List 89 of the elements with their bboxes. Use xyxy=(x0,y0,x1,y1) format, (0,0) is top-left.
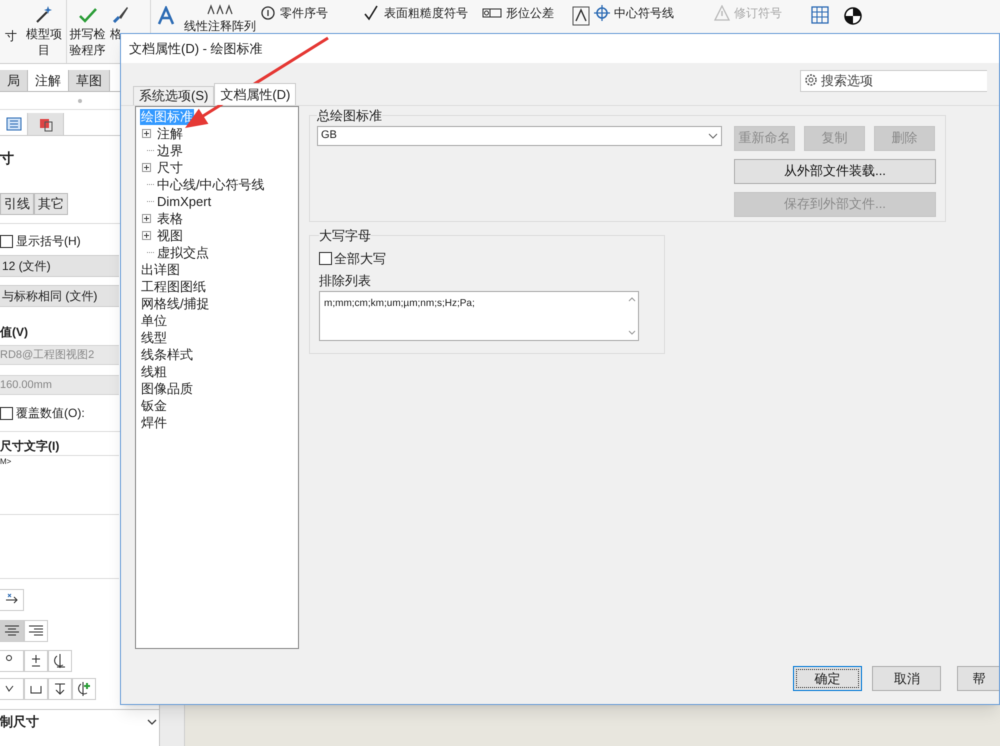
checkbox-label: 覆盖数值(O): xyxy=(16,405,85,422)
dropdown-field[interactable]: 与标称相同 (文件) xyxy=(0,285,119,307)
wand-icon xyxy=(34,4,54,24)
expand-icon[interactable] xyxy=(142,129,151,138)
balloon-icon xyxy=(260,5,276,21)
dropdown-field[interactable]: 12 (文件) xyxy=(0,255,119,277)
tree-item[interactable]: 单位 xyxy=(140,312,168,328)
dropdown[interactable]: GB xyxy=(317,126,722,146)
tree-item[interactable]: 线型 xyxy=(140,330,168,346)
dialog-button[interactable]: 从外部文件装载... xyxy=(734,158,936,184)
section-title: 寸 xyxy=(0,149,14,166)
add-symbol-icon[interactable] xyxy=(72,678,96,700)
toolbar-button[interactable]: 格 xyxy=(110,26,122,42)
tree-item[interactable]: 虚拟交点 xyxy=(156,244,210,260)
dimension-tag-icon xyxy=(38,116,52,132)
section-label: 值(V) xyxy=(0,324,28,339)
checkbox-label: 显示括号(H) xyxy=(16,233,81,250)
table-icon[interactable] xyxy=(811,6,829,24)
tree-item[interactable]: 焊件 xyxy=(140,414,168,430)
tree-item[interactable]: 边界 xyxy=(156,142,184,158)
tree-item[interactable]: 视图 xyxy=(156,228,184,244)
centerline-icon[interactable] xyxy=(48,650,72,672)
checkbox-label: 全部大写 xyxy=(334,250,386,268)
crosshair-icon xyxy=(594,5,610,21)
settings-icon xyxy=(804,73,818,87)
tree-item[interactable]: 钣金 xyxy=(140,398,168,414)
dialog-tab[interactable]: 系统选项(S) xyxy=(133,86,214,105)
toolbar-button[interactable]: 中心符号线 xyxy=(594,4,674,22)
expand-icon[interactable] xyxy=(142,163,151,172)
tree-item[interactable]: 线条样式 xyxy=(140,346,194,362)
dialog-button[interactable]: 确定 xyxy=(793,666,862,691)
chevron-down-icon xyxy=(147,718,157,726)
tree-item[interactable]: 图像品质 xyxy=(140,380,194,396)
toolbar-button[interactable]: 线性注释阵列 xyxy=(184,18,256,34)
tree-item[interactable]: 出详图 xyxy=(140,262,181,278)
tree-item[interactable]: 网格线/捕捉 xyxy=(140,296,211,312)
tree-item[interactable]: DimXpert xyxy=(156,194,212,210)
section-title: 制尺寸 xyxy=(0,712,39,731)
panel-tab[interactable]: 局 xyxy=(0,70,28,91)
counterbore-icon[interactable] xyxy=(24,678,48,700)
warning-icon xyxy=(714,5,730,21)
toolbar-button[interactable]: 寸 xyxy=(5,28,17,44)
panel-icon-tab[interactable] xyxy=(28,113,64,135)
toolbar-button[interactable]: 拼写检验程序 xyxy=(67,26,108,58)
panel-tab[interactable]: 引线 xyxy=(0,193,34,215)
expand-icon[interactable] xyxy=(142,231,151,240)
dialog-button[interactable]: 取消 xyxy=(872,666,942,691)
tree-item[interactable]: 工程图图纸 xyxy=(140,278,207,294)
tree-item[interactable]: 注解 xyxy=(156,126,184,142)
group-title: 总绘图标准 xyxy=(317,107,382,125)
text-area[interactable]: m;mm;cm;km;um;µm;nm;s;Hz;Pa; xyxy=(319,290,639,340)
tree-item[interactable]: 中心线/中心符号线 xyxy=(156,176,266,192)
chevron-down-icon xyxy=(708,132,718,140)
checkbox[interactable] xyxy=(0,234,13,248)
swap-icon[interactable] xyxy=(0,589,24,611)
search-field[interactable]: 搜索选项 xyxy=(800,70,987,92)
dialog-tab[interactable]: 文档属性(D) xyxy=(214,83,296,105)
surface-finish-icon xyxy=(364,5,380,21)
tree-item[interactable]: 尺寸 xyxy=(156,160,184,176)
list-icon xyxy=(6,117,22,131)
dialog-button[interactable]: 帮 xyxy=(957,666,1000,691)
letter-a-icon[interactable] xyxy=(156,6,174,26)
tree-item[interactable]: 线粗 xyxy=(140,364,168,380)
panel-tab[interactable]: 草图 xyxy=(69,70,110,91)
text-area[interactable]: M> xyxy=(0,455,119,515)
tolerance-frame-icon xyxy=(482,7,502,19)
group-title: 大写字母 xyxy=(319,227,371,245)
brush-icon xyxy=(110,4,130,24)
tree-item[interactable]: 表格 xyxy=(156,210,184,226)
toolbar-button[interactable]: 模型项目 xyxy=(22,26,66,58)
expand-icon[interactable] xyxy=(142,214,151,223)
checkbox[interactable] xyxy=(319,252,332,265)
toolbar-button[interactable]: 表面粗糙度符号 xyxy=(364,4,468,22)
grip-icon xyxy=(76,98,82,104)
text-pattern-icon xyxy=(207,4,233,16)
toolbar-button[interactable]: 零件序号 xyxy=(260,4,328,22)
plus-minus-icon[interactable] xyxy=(24,650,48,672)
countersink-icon[interactable] xyxy=(48,678,72,700)
panel-tab[interactable]: 其它 xyxy=(34,193,68,215)
quadrant-circle-icon[interactable] xyxy=(843,6,863,26)
field-label: 排除列表 xyxy=(319,272,372,290)
align-right-icon[interactable] xyxy=(24,620,48,642)
checkbox[interactable] xyxy=(0,406,13,420)
section-label: 尺寸文字(I) xyxy=(0,438,60,455)
toolbar-button[interactable]: 形位公差 xyxy=(482,4,554,22)
align-center-icon[interactable] xyxy=(0,620,24,642)
boxed-letter-icon[interactable] xyxy=(572,6,590,26)
degree-icon[interactable] xyxy=(0,650,24,672)
window-title: 文档属性(D) - 绘图标准 xyxy=(129,40,263,58)
